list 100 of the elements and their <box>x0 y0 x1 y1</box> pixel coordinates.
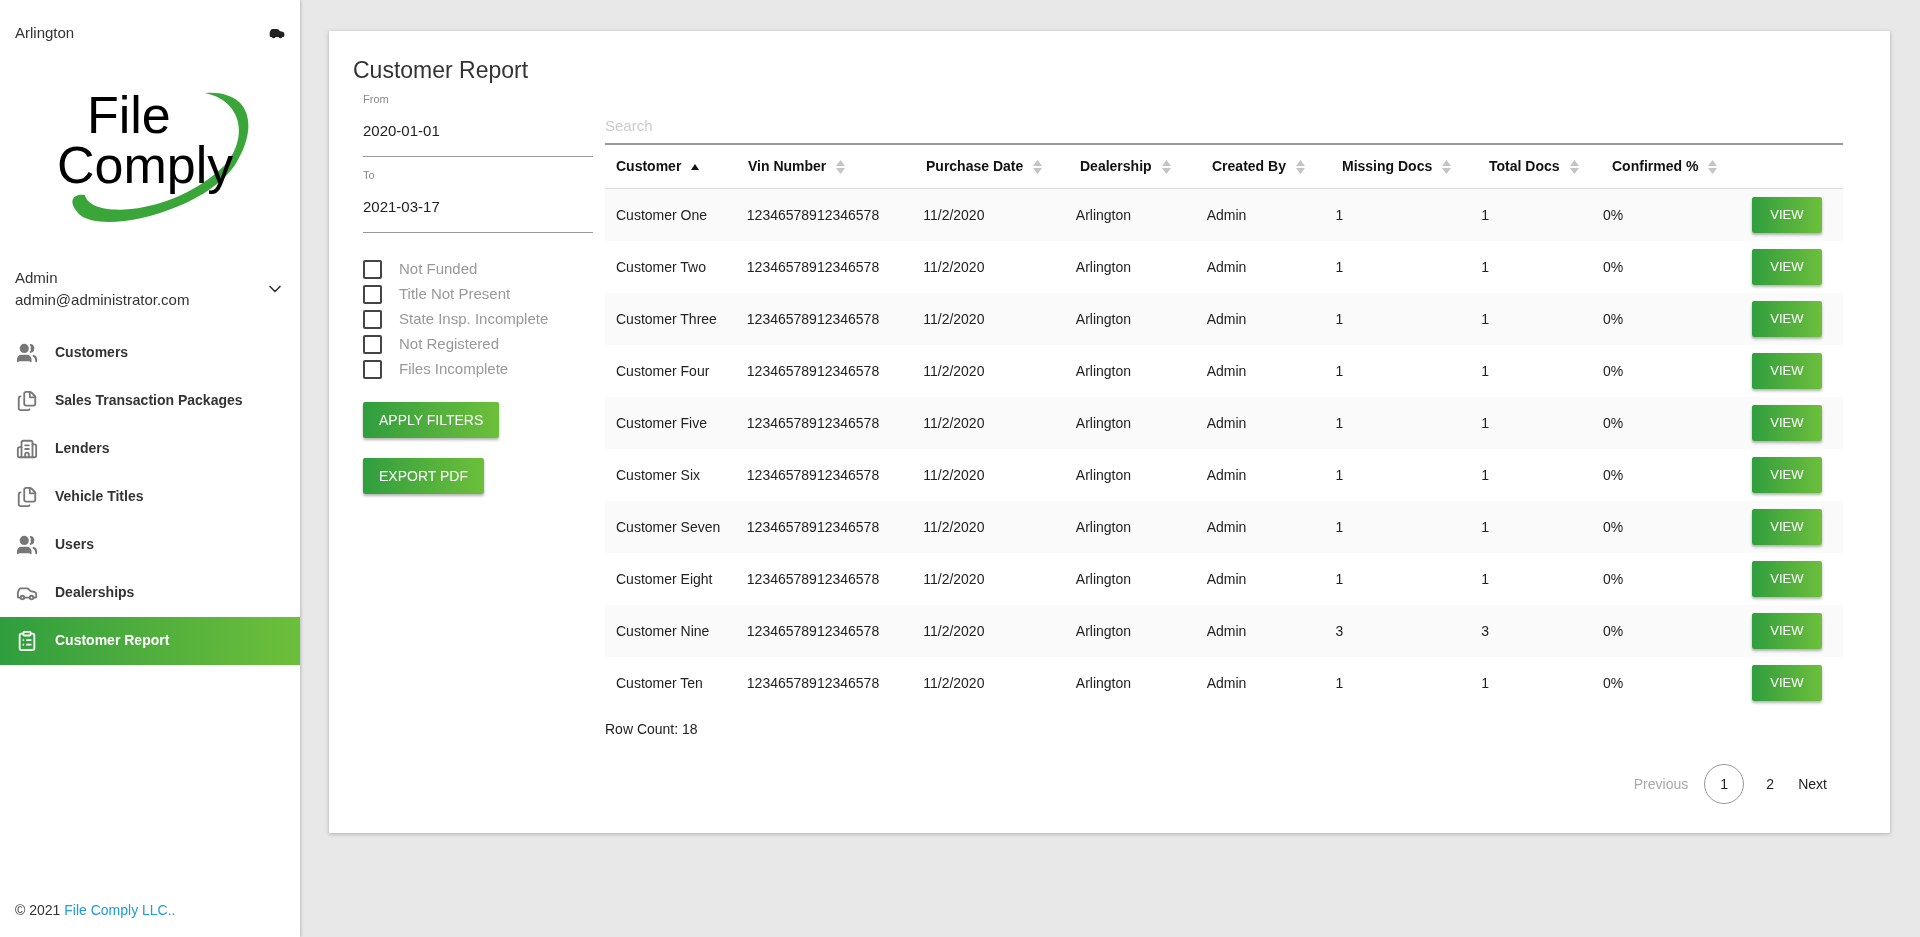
table-cell: 12346578912346578 <box>746 675 880 691</box>
table-cell: Admin <box>1206 623 1247 639</box>
nav-item[interactable]: Vehicle Titles <box>0 472 300 521</box>
table-cell: 0% <box>1603 467 1624 483</box>
date-field[interactable]: To 2021-03-17 <box>363 167 593 233</box>
table-cell: 1 <box>1335 207 1344 223</box>
column-header[interactable]: Total Docs <box>1489 156 1612 177</box>
table-cell: 11/2/2020 <box>923 259 985 275</box>
table-cell: 1 <box>1481 519 1489 535</box>
table-cell: 12346578912346578 <box>746 311 880 327</box>
table-cell: Arlington <box>1075 311 1132 327</box>
table-cell: 11/2/2020 <box>923 467 985 483</box>
table-cell: 11/2/2020 <box>923 207 985 223</box>
user-name: Admin <box>15 267 59 288</box>
table-cell: 11/2/2020 <box>923 623 985 639</box>
table-cell: 1 <box>1335 415 1344 431</box>
table-cell: 1 <box>1481 363 1489 379</box>
table-cell: Admin <box>1206 311 1247 327</box>
column-header[interactable]: Purchase Date <box>926 156 1080 177</box>
table-cell: 0% <box>1603 415 1624 431</box>
table-cell: 1 <box>1481 259 1489 275</box>
table-cell: 12346578912346578 <box>746 415 880 431</box>
nav-item[interactable]: Lenders <box>0 424 300 473</box>
table-cell: Arlington <box>1075 675 1132 691</box>
table-cell: 11/2/2020 <box>923 571 985 587</box>
table-cell: Customer Seven <box>616 519 721 535</box>
table-cell: Customer Ten <box>616 675 703 691</box>
table-cell: 3 <box>1335 623 1344 639</box>
table-cell: 0% <box>1603 623 1624 639</box>
column-header[interactable]: Customer <box>616 156 748 177</box>
nav-item[interactable]: Sales Transaction Packages <box>0 376 300 425</box>
table-cell: 11/2/2020 <box>923 675 985 691</box>
table-cell: 0% <box>1603 207 1624 223</box>
table-cell: Customer Eight <box>616 571 713 587</box>
table-cell: 0% <box>1603 363 1624 379</box>
people-icon <box>16 341 38 364</box>
table-cell: 1 <box>1481 675 1489 691</box>
table-cell: 1 <box>1481 571 1489 587</box>
table-cell: 1 <box>1335 675 1344 691</box>
nav-item[interactable]: Customers <box>0 328 300 377</box>
date-field[interactable]: From 2020-01-01 <box>363 91 593 157</box>
table-cell: 1 <box>1481 311 1489 327</box>
table-cell: 3 <box>1481 623 1489 639</box>
user-email: admin@administrator.com <box>15 289 190 310</box>
table-cell: 12346578912346578 <box>746 259 880 275</box>
table-cell: Customer Two <box>616 259 706 275</box>
checkbox-label: Title Not Present <box>399 284 511 305</box>
table-cell: Arlington <box>1075 623 1132 639</box>
table-cell: 1 <box>1481 467 1489 483</box>
column-header[interactable]: Dealership <box>1080 156 1212 177</box>
checkbox[interactable] <box>363 310 382 329</box>
table-cell: Customer Nine <box>616 623 710 639</box>
table-cell: Customer One <box>616 207 708 223</box>
table-cell: Admin <box>1206 363 1247 379</box>
table-cell: 11/2/2020 <box>923 519 985 535</box>
table-cell: 0% <box>1603 519 1624 535</box>
table-cell: Customer Three <box>616 311 717 327</box>
documents-icon <box>16 485 38 508</box>
checkbox-label: State Insp. Incomplete <box>399 309 549 330</box>
checkbox[interactable] <box>363 360 382 379</box>
table-cell: 0% <box>1603 675 1624 691</box>
table-cell: Customer Six <box>616 467 701 483</box>
table-cell: Arlington <box>1075 363 1132 379</box>
page-title: Customer Report <box>353 56 530 85</box>
checkbox-label: Not Registered <box>399 334 500 355</box>
documents-icon <box>16 389 38 412</box>
table-cell: Admin <box>1206 207 1247 223</box>
people-icon <box>16 533 38 556</box>
column-header[interactable]: Vin Number <box>748 156 926 177</box>
table-cell: 1 <box>1481 207 1489 223</box>
page-link[interactable]: 2 <box>1758 764 1783 804</box>
table-cell: 11/2/2020 <box>923 415 985 431</box>
table-cell: 0% <box>1603 259 1624 275</box>
column-header[interactable]: Confirmed % <box>1612 156 1762 177</box>
column-header[interactable]: Created By <box>1212 156 1342 177</box>
table-cell: 1 <box>1481 415 1489 431</box>
table-cell: 1 <box>1335 363 1344 379</box>
nav-item[interactable]: Dealerships <box>0 568 300 617</box>
table-cell: 1 <box>1335 571 1344 587</box>
table-cell: Arlington <box>1075 571 1132 587</box>
checkbox[interactable] <box>363 335 382 354</box>
table-cell: Customer Four <box>616 363 710 379</box>
table-cell: Arlington <box>1075 415 1132 431</box>
table-cell: Admin <box>1206 415 1247 431</box>
column-header[interactable]: Missing Docs <box>1342 156 1489 177</box>
next-link[interactable]: Next <box>1796 773 1829 795</box>
table-cell: 12346578912346578 <box>746 519 880 535</box>
table-cell: 12346578912346578 <box>746 571 880 587</box>
nav-item[interactable]: Users <box>0 520 300 569</box>
checkbox[interactable] <box>363 285 382 304</box>
table-cell: Arlington <box>1075 207 1132 223</box>
table-cell: 0% <box>1603 571 1624 587</box>
table-cell: 1 <box>1335 519 1344 535</box>
clipboard-icon <box>16 629 38 652</box>
table-cell: Arlington <box>1075 467 1132 483</box>
table-cell: 11/2/2020 <box>923 363 985 379</box>
checkbox-label: Not Funded <box>399 259 478 280</box>
table-cell: Admin <box>1206 675 1247 691</box>
checkbox[interactable] <box>363 260 382 279</box>
table-cell: 0% <box>1603 311 1624 327</box>
